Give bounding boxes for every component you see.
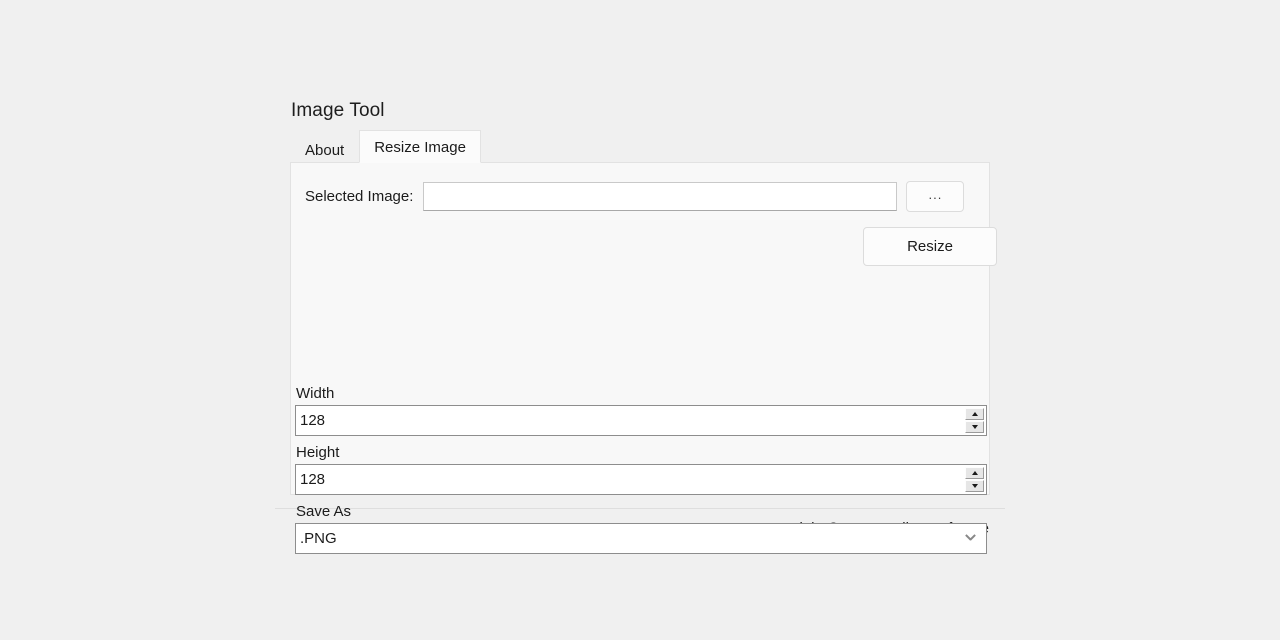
height-input[interactable]	[296, 465, 946, 494]
width-increment-button[interactable]	[965, 408, 984, 420]
height-decrement-button[interactable]	[965, 480, 984, 492]
browse-button[interactable]: ...	[906, 181, 964, 212]
resize-button[interactable]: Resize	[863, 227, 997, 266]
page-title: Image Tool	[291, 100, 1005, 122]
browse-button-label: ...	[928, 187, 942, 202]
save-as-label: Save As	[296, 503, 987, 521]
width-decrement-button[interactable]	[965, 421, 984, 433]
tab-resize-image-label: Resize Image	[374, 139, 466, 156]
width-input[interactable]	[296, 406, 946, 435]
selected-image-input[interactable]	[423, 182, 897, 211]
resize-button-label: Resize	[907, 238, 953, 255]
height-stepper[interactable]	[295, 464, 987, 495]
width-label: Width	[296, 385, 987, 403]
dimension-fields: Width Height	[295, 385, 987, 554]
tab-resize-image[interactable]: Resize Image	[359, 130, 481, 163]
chevron-up-icon	[972, 471, 978, 475]
selected-image-label: Selected Image:	[305, 188, 413, 206]
tab-about-label: About	[305, 142, 344, 159]
save-as-dropdown[interactable]: .PNG	[295, 523, 987, 554]
selected-image-row: Selected Image: ...	[291, 163, 989, 212]
width-spinner	[965, 408, 984, 433]
save-as-value: .PNG	[296, 530, 337, 547]
width-stepper[interactable]	[295, 405, 987, 436]
image-tool-window: Image Tool About Resize Image Selected I…	[275, 100, 1005, 538]
height-spinner	[965, 467, 984, 492]
height-label: Height	[296, 444, 987, 462]
height-increment-button[interactable]	[965, 467, 984, 479]
tab-strip: About Resize Image	[290, 130, 1005, 162]
chevron-down-icon	[972, 484, 978, 488]
chevron-down-icon	[972, 425, 978, 429]
tab-about[interactable]: About	[290, 134, 359, 162]
chevron-down-icon	[966, 534, 975, 543]
resize-image-panel: Selected Image: ... Resize Width	[290, 162, 990, 495]
chevron-up-icon	[972, 412, 978, 416]
